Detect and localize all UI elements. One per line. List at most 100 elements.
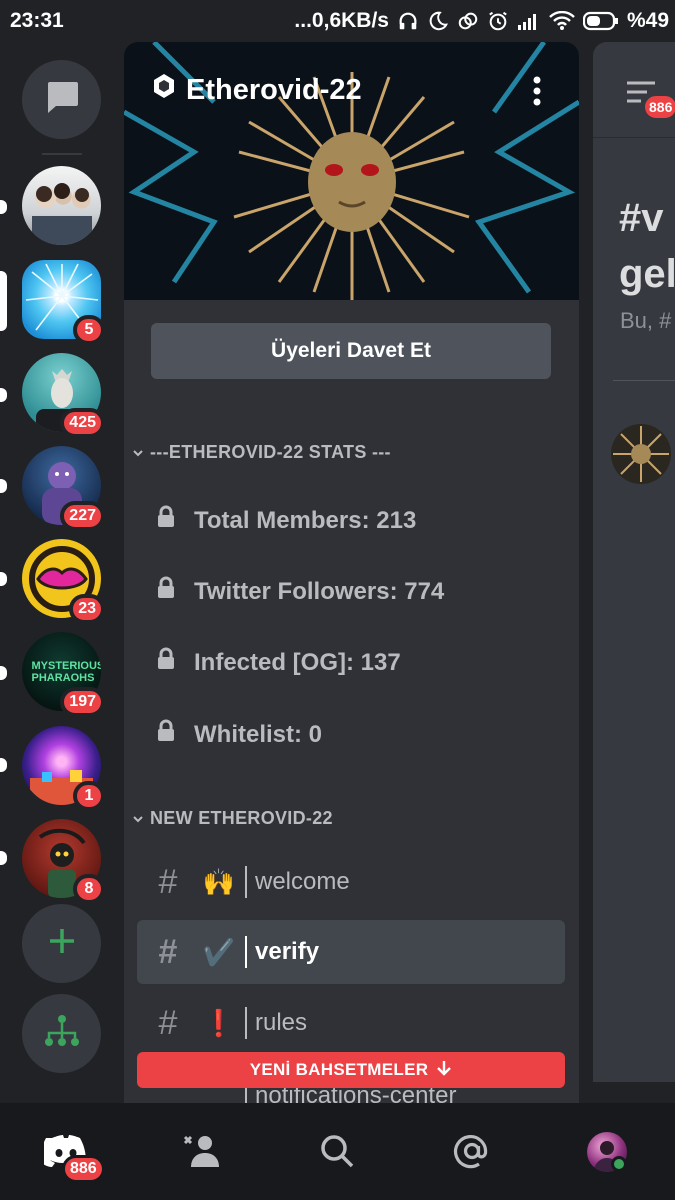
battery-icon — [582, 11, 619, 31]
category-label: ---ETHEROVID-22 STATS --- — [150, 442, 391, 462]
net-speed: ...0,6KB/s — [294, 9, 389, 32]
mentions-icon — [453, 1132, 491, 1175]
chat-bubble-icon — [44, 80, 80, 119]
wifi-icon — [549, 11, 575, 31]
hashtag-icon: # — [158, 1003, 178, 1042]
channel-name: verify — [255, 938, 320, 965]
pharaohs-logo: MYSTERIOUS PHARAOHS — [31, 659, 102, 684]
server-name: Etherovid-22 — [186, 73, 362, 106]
unread-indicator — [0, 388, 7, 402]
welcome-subtitle: Bu, # — [620, 308, 672, 333]
locked-channel-infected-og[interactable]: Infected [OG]: 137 — [156, 647, 401, 678]
server-icon-goat[interactable]: 425 — [22, 353, 105, 438]
mention-badge: 227 — [60, 501, 105, 531]
message-avatar[interactable] — [611, 424, 671, 484]
channel-label: Twitter Followers: 774 — [194, 577, 445, 605]
channel-rules[interactable]: # ❗ rules — [137, 991, 565, 1055]
channel-name: welcome — [255, 868, 350, 895]
channel-emoji: ❗ — [202, 1007, 236, 1038]
unread-indicator — [0, 758, 7, 772]
server-icon-lips[interactable]: 23 — [22, 539, 105, 624]
welcome-title: #v gel — [619, 190, 675, 302]
selected-indicator — [0, 271, 7, 331]
friends-icon — [183, 1133, 223, 1174]
direct-messages-button[interactable] — [22, 60, 101, 139]
locked-channel-twitter-followers[interactable]: Twitter Followers: 774 — [156, 576, 444, 607]
new-mentions-button[interactable]: YENİ BAHSETMELER — [137, 1052, 565, 1088]
lock-icon — [156, 576, 176, 607]
chat-header: 886 — [593, 42, 675, 138]
rail-divider — [42, 153, 82, 155]
chat-mention-badge: 886 — [643, 94, 675, 120]
channel-label: Infected [OG]: 137 — [194, 648, 401, 676]
invite-members-button[interactable]: Üyeleri Davet Et — [151, 323, 551, 379]
separator-bar — [245, 936, 247, 968]
arrow-down-icon — [436, 1059, 452, 1082]
new-mentions-label: YENİ BAHSETMELER — [249, 1060, 429, 1079]
hashtag-icon: # — [158, 932, 178, 971]
welcome-title-line1: #v — [619, 196, 664, 240]
friends-tab[interactable] — [181, 1131, 225, 1175]
battery-percent: %49 — [626, 9, 669, 32]
online-status-dot — [611, 1156, 627, 1172]
channel-label: Whitelist: 0 — [194, 720, 323, 748]
unread-indicator — [0, 572, 7, 586]
search-icon — [319, 1133, 355, 1174]
home-mention-badge: 886 — [62, 1155, 105, 1183]
server-icon-etherovid-22[interactable]: 5 — [22, 260, 105, 345]
explore-servers-button[interactable] — [22, 994, 101, 1073]
category-new-etherovid[interactable]: NEW ETHEROVID-22 — [132, 808, 333, 829]
search-tab[interactable] — [315, 1131, 359, 1175]
unread-indicator — [0, 200, 7, 214]
channel-welcome[interactable]: # 🙌 welcome — [137, 850, 565, 914]
unread-indicator — [0, 479, 7, 493]
server-rail: 5 425 227 23 MYSTERIOUS PHARAOHS 197 1 8 — [0, 42, 124, 1102]
separator-bar — [245, 1007, 247, 1039]
chevron-down-icon — [132, 442, 144, 463]
server-menu-button[interactable] — [533, 76, 541, 111]
hashtag-icon: # — [158, 862, 178, 901]
mention-badge: 425 — [60, 408, 105, 438]
channel-label: Total Members: 213 — [194, 506, 417, 534]
welcome-title-line2: gel — [619, 252, 675, 296]
status-bar: 23:31 ...0,6KB/s %49 — [0, 0, 675, 42]
server-icon-bear[interactable]: 227 — [22, 446, 105, 531]
server-banner: Etherovid-22 — [124, 42, 579, 300]
lock-icon — [156, 647, 176, 678]
channel-emoji: 🙌 — [202, 866, 236, 897]
category-stats[interactable]: ---ETHEROVID-22 STATS --- — [132, 442, 391, 463]
moon-icon — [427, 10, 449, 32]
channel-verify[interactable]: # ✔️ verify — [137, 920, 565, 984]
add-server-button[interactable] — [22, 904, 101, 983]
hierarchy-icon — [44, 1014, 80, 1053]
signal-icon — [517, 11, 541, 31]
server-icon-mysterious-pharaohs[interactable]: MYSTERIOUS PHARAOHS 197 — [22, 632, 105, 717]
channel-panel: Etherovid-22 Üyeleri Davet Et ---ETHEROV… — [124, 42, 579, 1104]
separator-bar — [245, 866, 247, 898]
alarm-icon — [487, 10, 509, 32]
server-icon-reaper[interactable]: 8 — [22, 819, 105, 904]
mention-badge: 197 — [60, 687, 105, 717]
locked-channel-total-members[interactable]: Total Members: 213 — [156, 505, 416, 536]
locked-channel-whitelist[interactable]: Whitelist: 0 — [156, 719, 322, 750]
mention-badge: 8 — [73, 874, 105, 904]
mentions-tab[interactable] — [450, 1131, 494, 1175]
server-boost-icon — [150, 72, 178, 108]
server-icon-neon[interactable]: 1 — [22, 726, 105, 811]
status-time: 23:31 — [10, 9, 64, 32]
plus-icon — [47, 926, 77, 961]
server-icon-group-photo[interactable] — [22, 166, 101, 245]
server-header[interactable]: Etherovid-22 — [150, 72, 362, 108]
unread-indicator — [0, 851, 7, 865]
unread-indicator — [0, 666, 7, 680]
headphones-icon — [397, 10, 419, 32]
lock-icon — [156, 719, 176, 750]
mention-badge: 1 — [73, 781, 105, 811]
mention-badge: 23 — [69, 594, 105, 624]
channel-emoji: ✔️ — [202, 936, 236, 967]
lock-icon — [156, 505, 176, 536]
category-label: NEW ETHEROVID-22 — [150, 808, 333, 828]
chat-view[interactable]: 886 #v gel Bu, # — [593, 42, 675, 1082]
more-vertical-icon — [533, 76, 541, 110]
channel-name: rules — [255, 1009, 308, 1036]
